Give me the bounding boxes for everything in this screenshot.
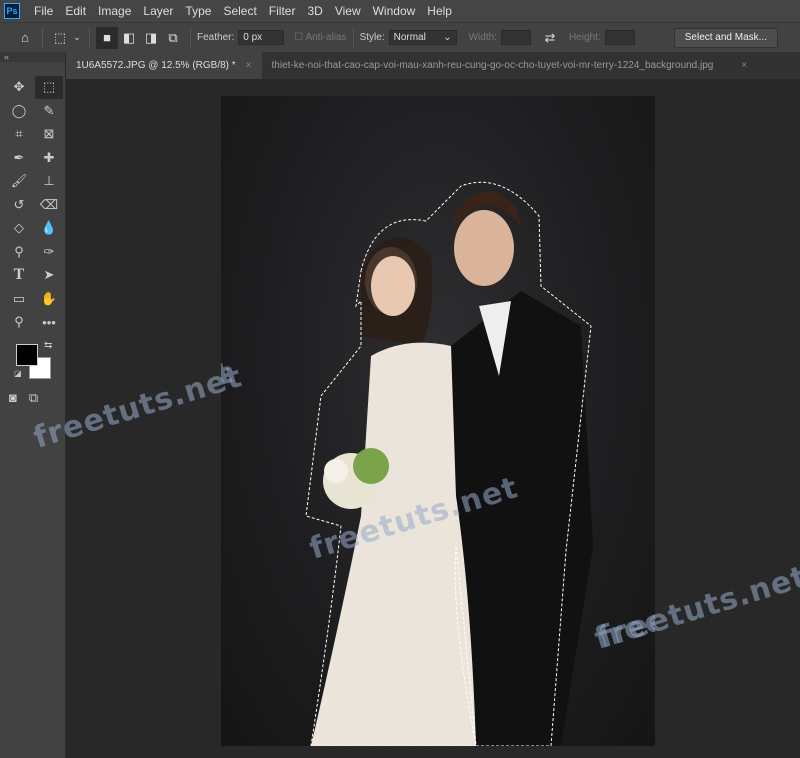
paint-bucket-icon[interactable]: ◇ xyxy=(5,217,33,240)
style-select[interactable]: Normal ⌄ xyxy=(388,30,457,45)
menu-layer[interactable]: Layer xyxy=(137,4,179,18)
document-image[interactable]: freetuts.net freetuts.net freetuts.net xyxy=(221,96,655,746)
tab-label: thiet-ke-noi-that-cao-cap-voi-mau-xanh-r… xyxy=(271,60,714,71)
menu-edit[interactable]: Edit xyxy=(59,4,92,18)
path-select-icon[interactable]: ➤ xyxy=(35,264,63,287)
add-selection-icon[interactable]: ◧ xyxy=(118,27,140,49)
menu-type[interactable]: Type xyxy=(179,4,217,18)
dodge-icon[interactable]: ⚲ xyxy=(5,241,33,264)
select-and-mask-button[interactable]: Select and Mask... xyxy=(673,27,778,48)
blur-icon[interactable]: 💧 xyxy=(35,217,63,240)
style-value: Normal xyxy=(393,32,426,43)
menu-3d[interactable]: 3D xyxy=(301,4,328,18)
eraser-icon[interactable]: ⌫ xyxy=(35,194,63,217)
frame-icon[interactable]: ⊠ xyxy=(35,123,63,146)
history-brush-icon[interactable]: ↺ xyxy=(5,194,33,217)
swap-dimensions-icon[interactable]: ⇄ xyxy=(539,27,561,49)
more-icon[interactable]: ••• xyxy=(35,311,63,334)
divider xyxy=(89,27,90,48)
chevron-down-icon[interactable]: ⌄ xyxy=(71,27,83,49)
style-label: Style: xyxy=(359,32,385,43)
options-bar: ⌂ ⬚ ⌄ ■ ◧ ◨ ⧉ Feather: 0 px ☐ Anti-alias… xyxy=(0,22,800,52)
move-icon[interactable]: ✥ xyxy=(5,76,33,99)
menu-filter[interactable]: Filter xyxy=(263,4,302,18)
menu-view[interactable]: View xyxy=(329,4,367,18)
new-selection-icon[interactable]: ■ xyxy=(96,26,118,49)
zoom-icon[interactable]: ⚲ xyxy=(5,311,33,334)
collapse-panel-icon[interactable]: « xyxy=(0,52,65,62)
home-icon[interactable]: ⌂ xyxy=(14,27,36,49)
crop-icon[interactable]: ⌗ xyxy=(5,123,33,146)
rect-marquee-icon[interactable]: ⬚ xyxy=(35,76,63,99)
foreground-color[interactable] xyxy=(16,344,38,366)
canvas-area[interactable]: freetuts.net freetuts.net freetuts.net xyxy=(66,79,800,758)
height-label: Height: xyxy=(568,32,601,43)
rectangle-icon[interactable]: ▭ xyxy=(5,288,33,311)
menu-bar: Ps File Edit Image Layer Type Select Fil… xyxy=(0,0,800,22)
divider xyxy=(190,27,191,48)
menu-window[interactable]: Window xyxy=(367,4,422,18)
tab-label: 1U6A5572.JPG @ 12.5% (RGB/8) * xyxy=(76,60,236,71)
healing-icon[interactable]: ✚ xyxy=(35,147,63,170)
width-input[interactable] xyxy=(500,30,531,45)
hand-icon[interactable]: ✋ xyxy=(35,288,63,311)
tab-document-2[interactable]: thiet-ke-noi-that-cao-cap-voi-mau-xanh-r… xyxy=(262,52,758,79)
brush-icon[interactable]: 🖌 xyxy=(5,170,33,193)
intersect-selection-icon[interactable]: ⧉ xyxy=(162,27,184,49)
quick-mask-icon[interactable]: ◙ xyxy=(9,390,17,406)
photo-illustration xyxy=(305,181,593,746)
rect-marquee-preset-icon[interactable]: ⬚ xyxy=(49,27,71,49)
menu-select[interactable]: Select xyxy=(217,4,262,18)
default-colors-icon[interactable]: ◪ xyxy=(14,369,22,378)
photoshop-logo: Ps xyxy=(4,3,20,19)
menu-help[interactable]: Help xyxy=(421,4,458,18)
divider xyxy=(42,27,43,48)
close-icon[interactable]: × xyxy=(741,60,747,71)
width-label: Width: xyxy=(468,32,497,43)
document-tabs: 1U6A5572.JPG @ 12.5% (RGB/8) * × thiet-ke… xyxy=(66,52,800,79)
close-icon[interactable]: × xyxy=(246,60,252,71)
screen-mode-icon[interactable]: ⧉ xyxy=(29,390,38,406)
feather-label: Feather: xyxy=(197,32,235,43)
menu-image[interactable]: Image xyxy=(92,4,137,18)
lasso-icon[interactable]: ◯ xyxy=(5,100,33,123)
color-swatches: ⇆ ◪ xyxy=(14,340,54,382)
divider xyxy=(352,27,354,48)
feather-input[interactable]: 0 px xyxy=(238,30,285,45)
type-icon[interactable]: T xyxy=(5,264,33,287)
tab-document-1[interactable]: 1U6A5572.JPG @ 12.5% (RGB/8) * × xyxy=(66,52,262,79)
swap-colors-icon[interactable]: ⇆ xyxy=(44,340,52,351)
tools-panel: « ✥ ⬚ ◯ ✎ ⌗ ⊠ ✒ ✚ 🖌 ⊥ ↺ ⌫ ◇ 💧 ⚲ ✑ T ➤ ▭ … xyxy=(0,52,66,758)
pen-icon[interactable]: ✑ xyxy=(35,241,63,264)
height-input[interactable] xyxy=(604,30,635,45)
menu-file[interactable]: File xyxy=(28,4,59,18)
antialias-checkbox[interactable]: ☐ Anti-alias xyxy=(294,32,346,43)
stamp-icon[interactable]: ⊥ xyxy=(35,170,63,193)
chevron-down-icon: ⌄ xyxy=(443,32,452,43)
eyedropper-icon[interactable]: ✒ xyxy=(5,147,33,170)
subtract-selection-icon[interactable]: ◨ xyxy=(140,27,162,49)
quick-select-icon[interactable]: ✎ xyxy=(35,100,63,123)
antialias-label: Anti-alias xyxy=(305,32,347,43)
